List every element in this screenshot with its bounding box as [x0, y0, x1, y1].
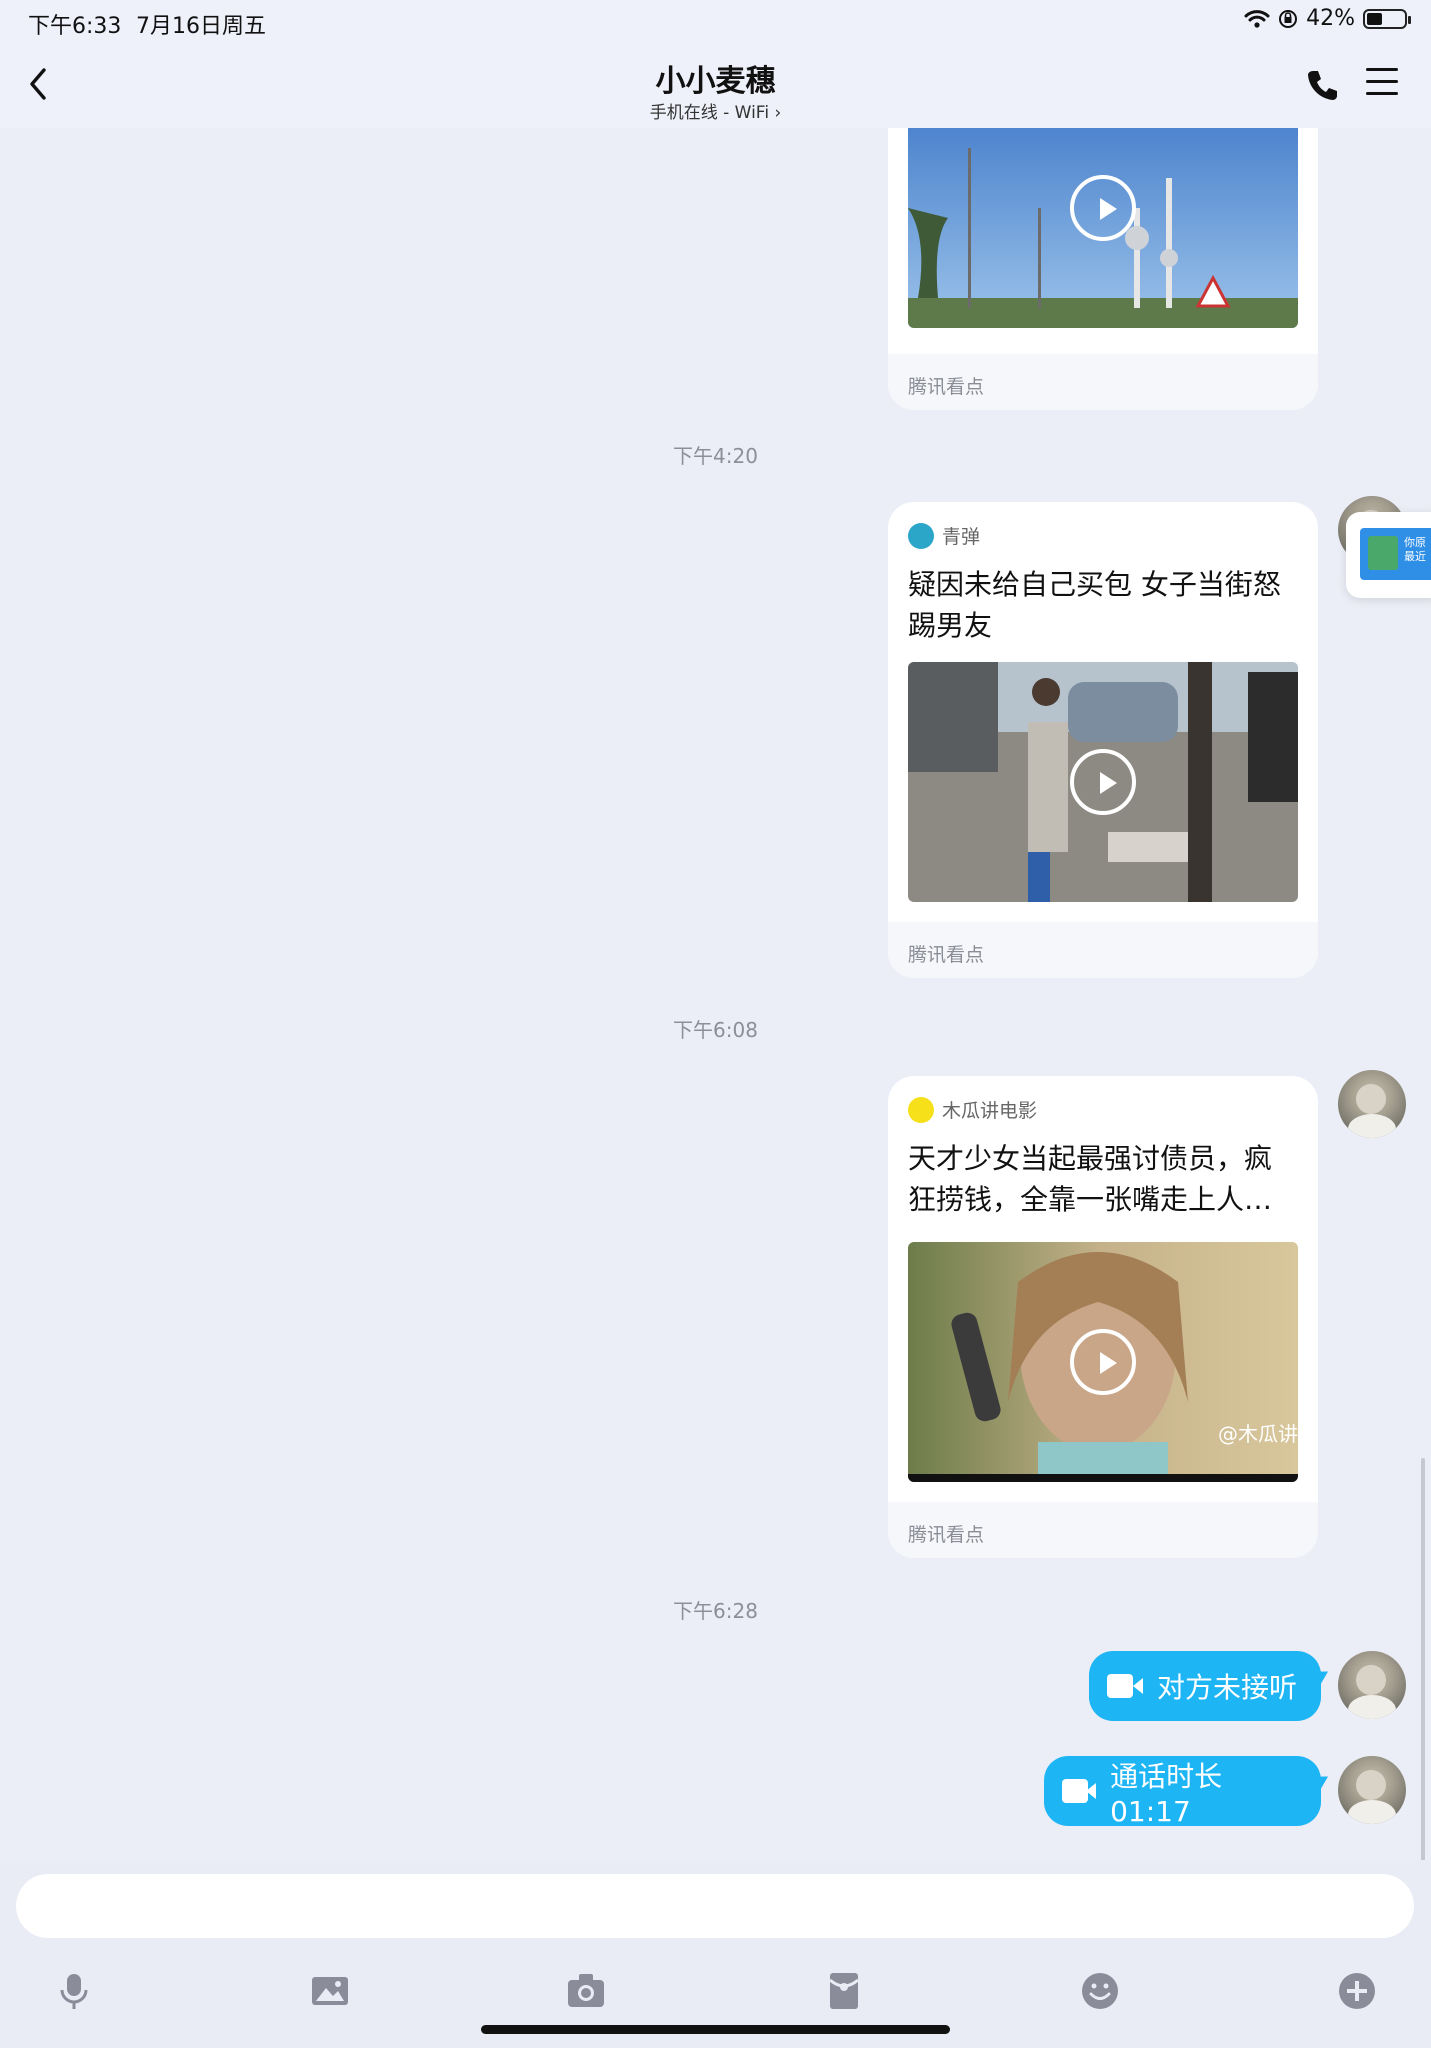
card-source: 木瓜讲电影 — [908, 1096, 1037, 1123]
contact-name[interactable]: 小小麦穗 — [0, 56, 1431, 100]
video-thumbnail[interactable] — [908, 662, 1298, 902]
card-title: 天才少女当起最强讨债员，疯狂捞钱，全靠一张嘴走上人… — [908, 1142, 1273, 1216]
widget-text: 你原 最近 — [1404, 536, 1426, 563]
card-footer: 腾讯看点 — [888, 1502, 1318, 1558]
play-icon[interactable] — [1070, 1329, 1136, 1395]
home-indicator[interactable] — [481, 2025, 950, 2034]
phone-icon[interactable] — [1306, 68, 1340, 102]
source-logo-icon — [908, 1096, 934, 1123]
card-source-name: 青弹 — [942, 526, 981, 548]
battery-icon — [1363, 8, 1411, 29]
card-title: 疑因未给自己买包 女子当街怒踢男友 — [908, 568, 1281, 642]
avatar[interactable] — [1338, 1756, 1406, 1824]
news-card[interactable]: 木瓜讲电影 天才少女当起最强讨债员，疯狂捞钱，全靠一张嘴走上人… @木瓜讲 腾讯… — [888, 1076, 1318, 1558]
video-camera-icon — [1062, 1779, 1097, 1803]
call-duration-text: 通话时长 01:17 — [1110, 1759, 1223, 1828]
image-icon[interactable] — [309, 1970, 351, 2012]
video-call-message[interactable]: 通话时长 01:17 — [1044, 1756, 1321, 1828]
input-area — [0, 1860, 1431, 2048]
video-camera-icon — [1107, 1674, 1143, 1698]
video-call-message[interactable]: 对方未接听 — [1089, 1651, 1321, 1721]
avatar[interactable] — [1338, 1651, 1406, 1719]
status-bar: 下午6:33 7月16日周五 42% — [0, 0, 1431, 42]
chat-header: 小小麦穗 手机在线 - WiFi › — [0, 42, 1431, 128]
card-source: 青弹 — [908, 522, 980, 549]
online-status[interactable]: 手机在线 - WiFi › — [0, 98, 1431, 123]
thumbnail-watermark: @木瓜讲 — [1218, 1422, 1298, 1446]
play-icon[interactable] — [1070, 175, 1136, 241]
news-card[interactable]: 腾讯看点 — [888, 128, 1318, 410]
menu-icon[interactable] — [1366, 68, 1398, 98]
call-status-text: 对方未接听 — [1157, 1671, 1298, 1704]
timestamp: 下午6:28 — [673, 1599, 758, 1623]
status-date: 7月16日周五 — [136, 14, 266, 39]
video-thumbnail[interactable] — [908, 128, 1298, 328]
plus-icon[interactable] — [1336, 1970, 1378, 2012]
status-time: 下午6:33 — [28, 14, 122, 39]
timestamp: 下午6:08 — [673, 1018, 758, 1042]
scrollbar[interactable] — [1421, 1458, 1425, 1860]
red-packet-icon[interactable] — [823, 1970, 865, 2012]
news-card[interactable]: 青弹 疑因未给自己买包 女子当街怒踢男友 腾讯看点 — [888, 502, 1318, 978]
emoji-icon[interactable] — [1079, 1970, 1121, 2012]
play-icon[interactable] — [1070, 749, 1136, 815]
timestamp: 下午4:20 — [673, 444, 758, 468]
chat-messages[interactable]: 腾讯看点 下午4:20 青弹 疑因未给自己买包 女子当街怒踢男友 腾讯看点 下午… — [0, 128, 1431, 1860]
card-source-name: 木瓜讲电影 — [942, 1100, 1038, 1122]
source-logo-icon — [908, 522, 934, 549]
battery-percent: 42% — [1306, 6, 1355, 31]
online-status-text: 手机在线 - WiFi — [649, 103, 770, 123]
mic-icon[interactable] — [53, 1970, 95, 2012]
status-icons: 42% — [1244, 6, 1411, 31]
card-footer: 腾讯看点 — [888, 922, 1318, 978]
camera-icon[interactable] — [565, 1970, 607, 2012]
wifi-icon — [1244, 9, 1270, 28]
card-footer: 腾讯看点 — [888, 354, 1318, 410]
widget-thumbnail — [1368, 536, 1398, 570]
video-thumbnail[interactable]: @木瓜讲 — [908, 1242, 1298, 1482]
message-input[interactable] — [16, 1874, 1414, 1938]
avatar[interactable] — [1338, 1070, 1406, 1138]
floating-widget[interactable]: 你原 最近 — [1346, 512, 1431, 598]
chevron-right-icon: › — [774, 103, 782, 123]
battery-level — [1367, 12, 1383, 25]
orientation-lock-icon — [1279, 9, 1298, 28]
